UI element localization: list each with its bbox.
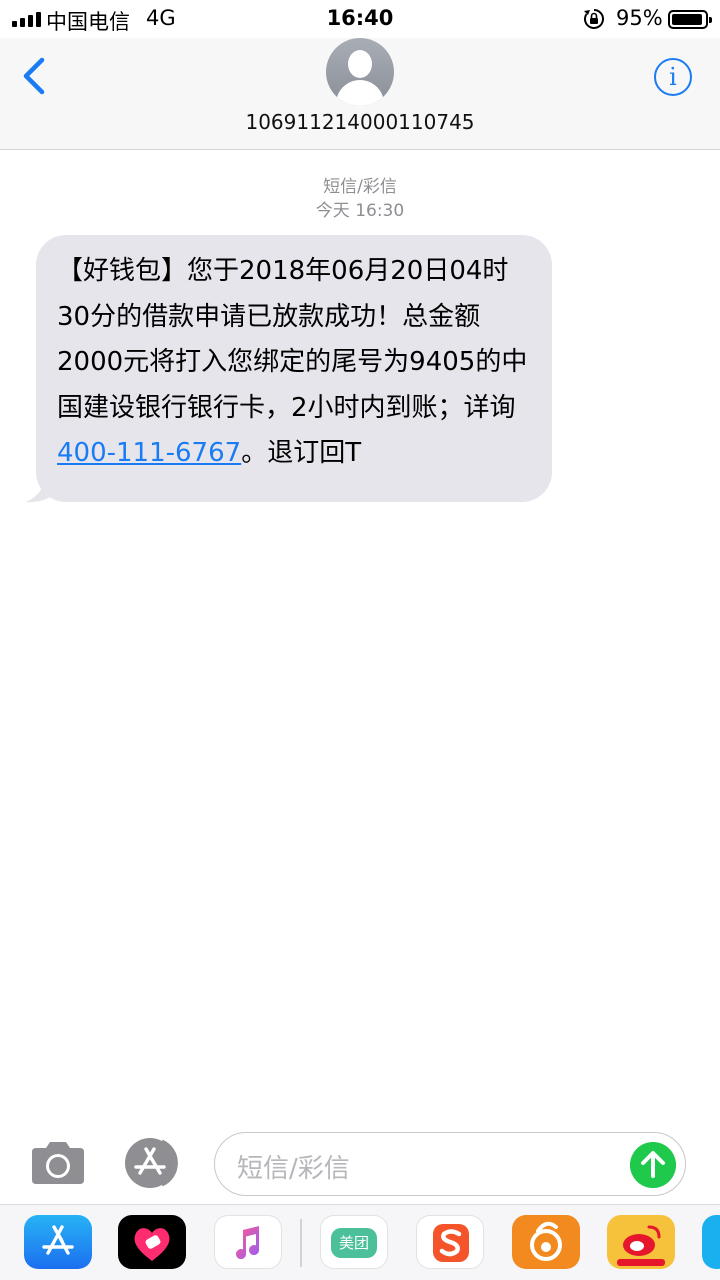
- heart-glyph: [134, 1228, 170, 1261]
- music-glyph: [236, 1226, 260, 1260]
- imessage-app-drawer: 美团: [0, 1204, 720, 1280]
- weibo-icon[interactable]: [607, 1215, 675, 1269]
- phone-link[interactable]: 400-111-6767: [57, 438, 241, 468]
- message-input-placeholder: 短信/彩信: [237, 1154, 350, 1184]
- message-input[interactable]: 短信/彩信: [214, 1132, 686, 1196]
- partial-app-icon[interactable]: [702, 1215, 720, 1269]
- avatar-head-shape: [348, 50, 372, 78]
- message-text-end: 。退订回T: [241, 438, 362, 468]
- app-store-icon[interactable]: [122, 1137, 184, 1189]
- sogou-icon[interactable]: [416, 1215, 484, 1269]
- status-bar: 中国电信 4G 16:40 95%: [0, 0, 720, 38]
- meituan-label: 美团: [331, 1228, 377, 1258]
- conversation-header: 106911214000110745 i: [0, 38, 720, 150]
- drawer-divider: [300, 1219, 302, 1267]
- camera-icon[interactable]: [28, 1140, 88, 1186]
- sogou-glyph: [433, 1224, 469, 1262]
- meituan-icon[interactable]: 美团: [320, 1215, 388, 1269]
- contact-name[interactable]: 106911214000110745: [0, 110, 720, 134]
- message-text: 【好钱包】您于2018年06月20日04时30分的借款申请已放款成功！总金额20…: [57, 256, 528, 423]
- rotation-lock-icon: [584, 9, 604, 29]
- chevron-left-icon[interactable]: [14, 54, 54, 98]
- app-store-glyph: [42, 1225, 74, 1255]
- weibo-glyph: [617, 1225, 665, 1266]
- heart-sticker-icon[interactable]: [118, 1215, 186, 1269]
- music-note-icon[interactable]: [214, 1215, 282, 1269]
- received-message-bubble[interactable]: 【好钱包】您于2018年06月20日04时30分的借款申请已放款成功！总金额20…: [36, 235, 552, 502]
- message-timestamp: 今天 16:30: [315, 201, 405, 221]
- battery-level-fill: [672, 14, 703, 25]
- uc-browser-icon[interactable]: [512, 1215, 580, 1269]
- avatar-body-shape: [336, 80, 384, 106]
- uc-glyph: [530, 1221, 562, 1261]
- message-type-label: 短信/彩信: [323, 177, 397, 197]
- battery-percent: 95%: [616, 6, 663, 30]
- arrow-up-icon[interactable]: [630, 1142, 676, 1188]
- info-icon[interactable]: i: [654, 58, 692, 96]
- status-time: 16:40: [326, 6, 394, 30]
- app-store-icon[interactable]: [24, 1215, 92, 1269]
- contact-avatar[interactable]: [326, 38, 394, 106]
- battery-icon: [668, 10, 712, 29]
